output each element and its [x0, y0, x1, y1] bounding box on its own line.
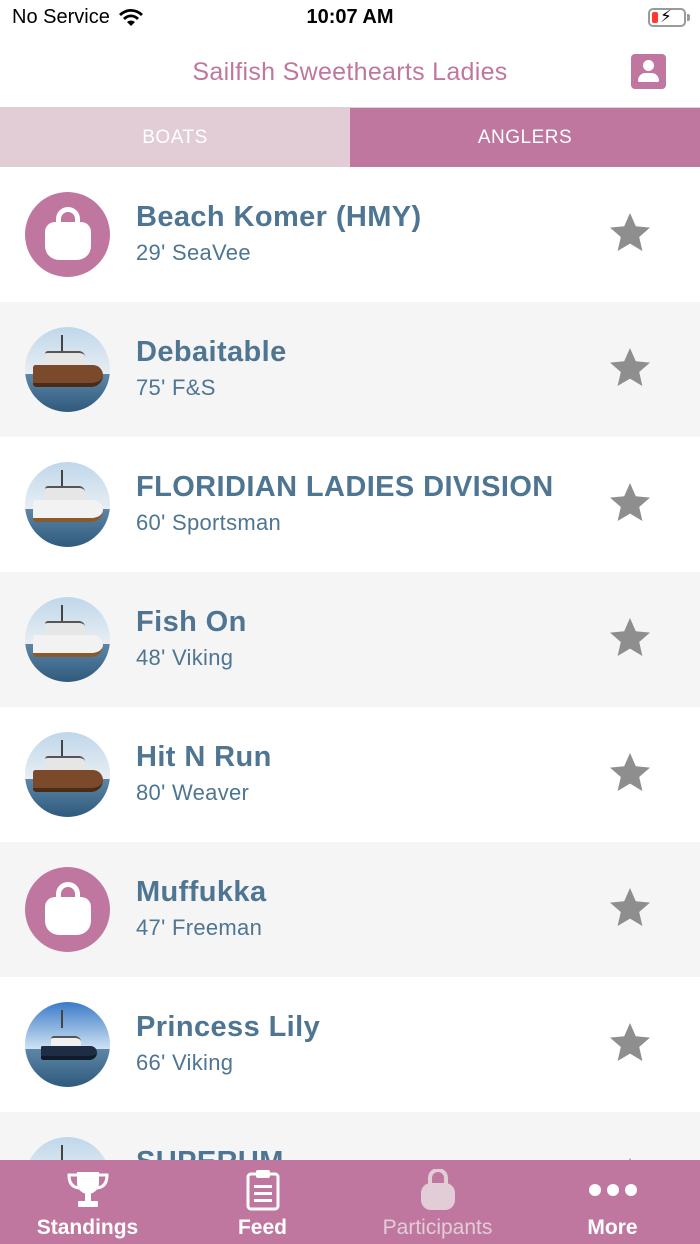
boat-name: Hit N Run	[136, 741, 272, 773]
user-icon	[643, 60, 654, 71]
segmented-tabs: BOATS ANGLERS	[0, 108, 700, 167]
list-item[interactable]: SUPERUM	[0, 1112, 700, 1160]
bottom-tab-bar: Standings Feed Participants More	[0, 1160, 700, 1244]
boat-photo	[25, 1002, 110, 1087]
tab-feed[interactable]: Feed	[175, 1160, 350, 1244]
tab-boats[interactable]: BOATS	[0, 108, 350, 167]
boat-photo	[25, 732, 110, 817]
list-item[interactable]: Hit N Run 80' Weaver	[0, 707, 700, 842]
boat-description: 47' Freeman	[136, 915, 263, 940]
star-icon[interactable]	[606, 209, 654, 257]
boat-name: SUPERUM	[136, 1146, 284, 1160]
list-item[interactable]: Fish On 48' Viking	[0, 572, 700, 707]
tab-anglers[interactable]: ANGLERS	[350, 108, 700, 167]
boat-photo	[25, 1137, 110, 1160]
boat-description: 66' Viking	[136, 1050, 234, 1075]
boat-photo	[25, 327, 110, 412]
battery-icon: ⚡	[648, 7, 690, 27]
page-title: Sailfish Sweethearts Ladies	[192, 58, 508, 86]
tab-standings-label: Standings	[36, 1216, 139, 1239]
clipboard-icon	[246, 1170, 279, 1211]
tab-more[interactable]: More	[525, 1160, 700, 1244]
boat-description: 29' SeaVee	[136, 240, 251, 265]
boat-description: 80' Weaver	[136, 780, 250, 805]
trophy-icon	[66, 1172, 109, 1207]
boat-name: Debaitable	[136, 336, 287, 368]
tab-participants-label: Participants	[382, 1216, 493, 1239]
boat-description: 48' Viking	[136, 645, 234, 670]
boat-name: Fish On	[136, 606, 247, 638]
list-item[interactable]: Debaitable 75' F&S	[0, 302, 700, 437]
tab-more-label: More	[587, 1216, 638, 1239]
kettlebell-icon	[25, 192, 110, 277]
list-item[interactable]: Muffukka 47' Freeman	[0, 842, 700, 977]
boat-name: FLORIDIAN LADIES DIVISION	[136, 471, 554, 503]
boat-photo	[25, 462, 110, 547]
boat-list: Beach Komer (HMY) 29' SeaVee Debaitable …	[0, 167, 700, 1160]
profile-button[interactable]	[631, 54, 666, 89]
star-icon[interactable]	[606, 479, 654, 527]
star-icon[interactable]	[606, 1019, 654, 1067]
kettlebell-icon	[25, 867, 110, 952]
boat-photo	[25, 597, 110, 682]
status-bar: No Service 10:07 AM ⚡	[0, 0, 700, 40]
tab-participants[interactable]: Participants	[350, 1160, 525, 1244]
list-item[interactable]: Beach Komer (HMY) 29' SeaVee	[0, 167, 700, 302]
more-icon	[588, 1184, 637, 1196]
star-icon[interactable]	[606, 884, 654, 932]
kettlebell-icon	[420, 1169, 455, 1210]
boat-name: Muffukka	[136, 876, 267, 908]
tab-standings[interactable]: Standings	[0, 1160, 175, 1244]
boat-name: Princess Lily	[136, 1011, 321, 1043]
star-icon[interactable]	[606, 749, 654, 797]
list-item[interactable]: FLORIDIAN LADIES DIVISION 60' Sportsman	[0, 437, 700, 572]
boat-description: 75' F&S	[136, 375, 216, 400]
star-icon[interactable]	[606, 344, 654, 392]
boat-name: Beach Komer (HMY)	[136, 201, 422, 233]
boat-description: 60' Sportsman	[136, 510, 282, 535]
star-icon[interactable]	[606, 614, 654, 662]
status-time: 10:07 AM	[306, 6, 394, 28]
nav-bar: Sailfish Sweethearts Ladies	[0, 40, 700, 108]
tab-feed-label: Feed	[237, 1216, 287, 1239]
list-item[interactable]: Princess Lily 66' Viking	[0, 977, 700, 1112]
